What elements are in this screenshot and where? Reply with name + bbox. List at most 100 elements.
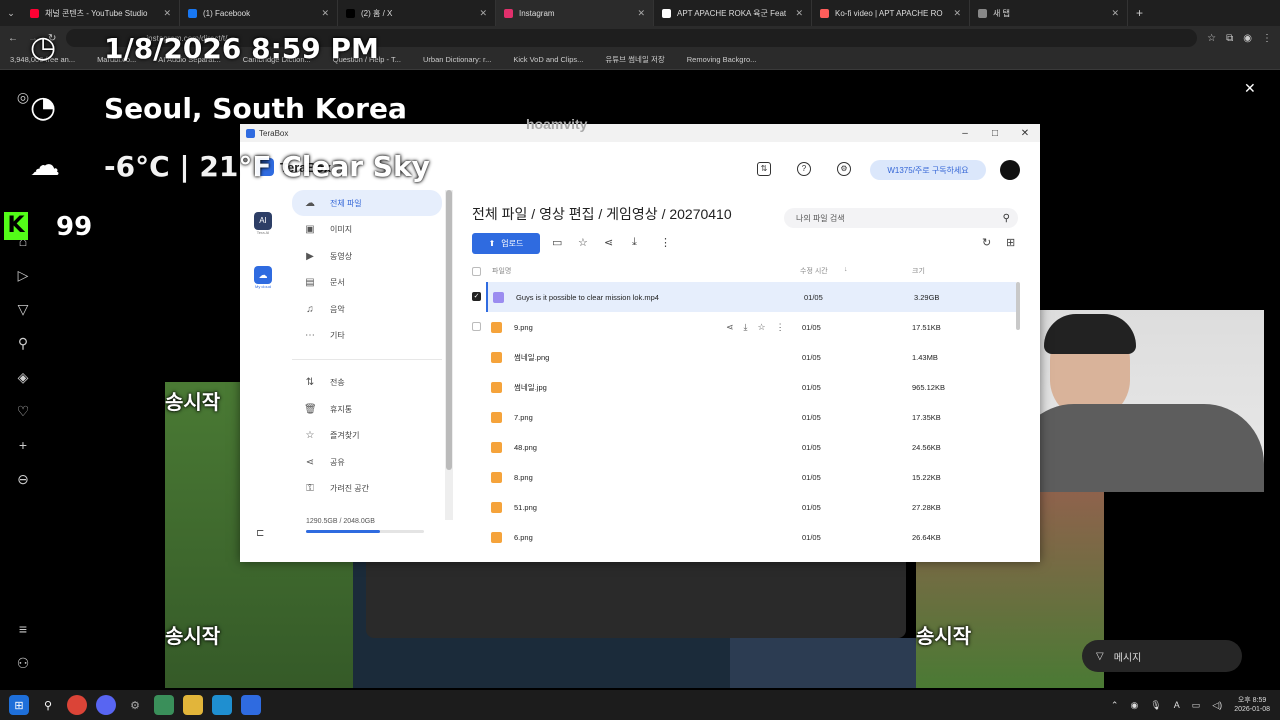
- messages-button[interactable]: ▽ 메시지: [1082, 640, 1242, 672]
- tab-close-icon[interactable]: ✕: [953, 8, 961, 19]
- nav-scrollbar[interactable]: [445, 190, 453, 520]
- search-icon[interactable]: ⚲: [1003, 213, 1010, 224]
- transfer-icon[interactable]: ⇅: [757, 162, 771, 176]
- nav-item[interactable]: ☁ 전체 파일: [292, 190, 442, 216]
- browser-tab[interactable]: 새 탭 ✕: [970, 0, 1128, 26]
- file-name[interactable]: 7.png: [514, 413, 802, 422]
- chrome-icon[interactable]: [67, 695, 87, 715]
- back-icon[interactable]: ←: [8, 33, 18, 44]
- search-input[interactable]: 나의 파일 검색 ⚲: [784, 208, 1018, 228]
- browser-tab[interactable]: (1) Facebook ✕: [180, 0, 338, 26]
- file-row[interactable]: Guys is it possible to clear mission lok…: [486, 282, 1016, 312]
- file-name[interactable]: 8.png: [514, 473, 802, 482]
- avatar[interactable]: [1000, 160, 1020, 180]
- subscription-badge[interactable]: W1375/주로 구독하세요: [870, 160, 986, 180]
- kick-app-icon[interactable]: [154, 695, 174, 715]
- share-icon[interactable]: ⋖: [604, 236, 613, 249]
- file-name[interactable]: Guys is it possible to clear mission lok…: [516, 293, 804, 302]
- column-date[interactable]: 수정 시간: [800, 266, 828, 276]
- extensions-icon[interactable]: ⧉: [1226, 33, 1233, 44]
- browser-tab[interactable]: (2) 홈 / X ✕: [338, 0, 496, 26]
- network-icon[interactable]: ◉: [1130, 700, 1138, 711]
- tab-close-icon[interactable]: ✕: [163, 8, 171, 19]
- browser-tab[interactable]: Ko-fi video | APT APACHE RO ✕: [812, 0, 970, 26]
- file-row[interactable]: 8.png 01/05 15.22KB: [486, 462, 1016, 492]
- bookmark-item[interactable]: Urban Dictionary: r...: [423, 55, 491, 64]
- file-name[interactable]: 썸네일.jpg: [514, 382, 802, 393]
- search-icon[interactable]: ⚲: [14, 334, 32, 352]
- collapse-sidebar-icon[interactable]: ⊏: [256, 528, 264, 539]
- column-name[interactable]: 파일명: [492, 266, 511, 276]
- file-name[interactable]: 51.png: [514, 503, 802, 512]
- hamburger-menu-icon[interactable]: ≡: [14, 620, 32, 638]
- grid-view-icon[interactable]: ⊞: [1006, 236, 1015, 249]
- explore-icon[interactable]: ◈: [14, 368, 32, 386]
- nav-item[interactable]: 🗑 휴지통: [292, 396, 442, 422]
- chevron-up-icon[interactable]: ⌃: [1111, 700, 1119, 711]
- discord-icon[interactable]: [96, 695, 116, 715]
- nav-item[interactable]: ▣ 이미지: [292, 217, 442, 243]
- more-options-icon[interactable]: ⋮: [776, 322, 785, 333]
- create-icon[interactable]: +: [14, 436, 32, 454]
- file-row[interactable]: 썸네일.png 01/05 1.43MB: [486, 342, 1016, 372]
- download-icon[interactable]: ⤓: [632, 236, 637, 249]
- upload-button[interactable]: ⬆ 업로드: [472, 233, 540, 254]
- more-options-icon[interactable]: ⋮: [660, 236, 671, 249]
- row-checkbox[interactable]: ✓: [472, 292, 481, 301]
- tera-ai-icon[interactable]: AI: [254, 212, 272, 230]
- browser-tab[interactable]: 채널 콘텐츠 - YouTube Studio ✕: [22, 0, 180, 26]
- share-icon[interactable]: ⋖: [726, 322, 734, 333]
- tab-close-icon[interactable]: ✕: [637, 8, 645, 19]
- nav-item[interactable]: ⋯ 기타: [292, 323, 442, 349]
- file-row[interactable]: 9.png ⋖ ⤓ ☆ ⋮ 01/05 17.51KB: [486, 312, 1016, 342]
- help-icon[interactable]: ?: [797, 162, 811, 176]
- capcut-icon[interactable]: [212, 695, 232, 715]
- column-size[interactable]: 크기: [912, 266, 925, 276]
- file-list-scrollbar[interactable]: [1016, 282, 1020, 330]
- display-icon[interactable]: ▭: [1192, 700, 1201, 711]
- file-name[interactable]: 6.png: [514, 533, 802, 542]
- nav-item[interactable]: ☆ 즐겨찾기: [292, 423, 442, 449]
- tab-close-icon[interactable]: ✕: [1111, 8, 1119, 19]
- file-row[interactable]: 6.png 01/05 26.64KB: [486, 522, 1016, 552]
- nav-item[interactable]: ⇅ 전송: [292, 370, 442, 396]
- row-checkbox[interactable]: [472, 322, 481, 331]
- breadcrumb[interactable]: 전체 파일 / 영상 편집 / 게임영상 / 20270410: [472, 204, 732, 224]
- nav-item[interactable]: ♫ 음악: [292, 296, 442, 322]
- tab-close-icon[interactable]: ✕: [795, 8, 803, 19]
- reels-icon[interactable]: ▷: [14, 266, 32, 284]
- nav-item[interactable]: ▶ 동영상: [292, 243, 442, 269]
- favorite-icon[interactable]: ☆: [758, 322, 766, 333]
- mic-icon[interactable]: 🎙: [1150, 700, 1161, 711]
- bookmark-item[interactable]: Removing Backgro...: [687, 55, 757, 64]
- menu-icon[interactable]: ⋮: [1262, 33, 1272, 44]
- apps-icon[interactable]: ⚇: [14, 654, 32, 672]
- tab-close-icon[interactable]: ✕: [479, 8, 487, 19]
- download-icon[interactable]: ⤓: [744, 322, 748, 333]
- close-window-button[interactable]: ✕: [1010, 128, 1040, 139]
- search-icon[interactable]: ⚲: [38, 695, 58, 715]
- language-icon[interactable]: A: [1174, 700, 1180, 710]
- terabox-taskbar-icon[interactable]: [241, 695, 261, 715]
- minimize-button[interactable]: –: [950, 128, 980, 139]
- threads-icon[interactable]: ⊖: [14, 470, 32, 488]
- refresh-icon[interactable]: ↻: [982, 236, 991, 249]
- browser-tab[interactable]: Instagram ✕: [496, 0, 654, 26]
- settings-icon[interactable]: ⚙: [837, 162, 851, 176]
- volume-icon[interactable]: ◁): [1212, 700, 1222, 711]
- nav-item[interactable]: ⋖ 공유: [292, 449, 442, 475]
- start-icon[interactable]: ⊞: [9, 695, 29, 715]
- tab-close-icon[interactable]: ✕: [321, 8, 329, 19]
- select-all-checkbox[interactable]: [472, 267, 481, 276]
- profile-icon[interactable]: ◉: [1243, 33, 1252, 44]
- folder-icon[interactable]: [183, 695, 203, 715]
- file-row[interactable]: 51.png 01/05 27.28KB: [486, 492, 1016, 522]
- close-icon[interactable]: ✕: [1244, 80, 1256, 97]
- send-icon[interactable]: ▽: [14, 300, 32, 318]
- bookmark-star-icon[interactable]: ☆: [1207, 33, 1216, 44]
- file-row[interactable]: 48.png 01/05 24.56KB: [486, 432, 1016, 462]
- bookmark-item[interactable]: 유튜브 썸네일 저장: [605, 54, 664, 65]
- maximize-button[interactable]: □: [980, 128, 1010, 139]
- favorite-icon[interactable]: ☆: [578, 236, 588, 249]
- file-row[interactable]: 7.png 01/05 17.35KB: [486, 402, 1016, 432]
